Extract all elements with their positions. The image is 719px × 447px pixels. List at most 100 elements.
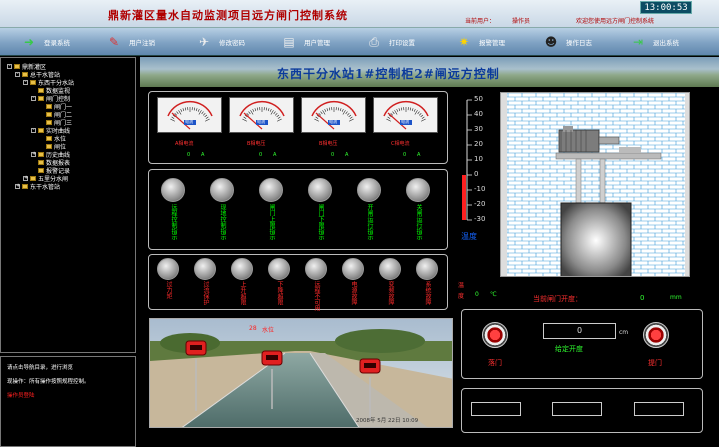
exit-button[interactable]: ⇥ 退出系统	[627, 32, 679, 52]
gauge-face-label: 电流	[257, 119, 265, 124]
folder-icon	[46, 119, 52, 125]
setpoint-unit: cm	[619, 329, 629, 336]
tree-expand-icon[interactable]: +	[31, 151, 36, 157]
gauge-unit: A	[345, 152, 349, 158]
setpoint-input[interactable]: 0	[543, 323, 616, 339]
tree-expand-icon[interactable]: -	[23, 79, 28, 85]
lower-gate-button[interactable]	[482, 322, 508, 348]
folder-icon	[38, 167, 44, 173]
folder-icon	[22, 183, 28, 189]
canal-image	[150, 319, 452, 427]
fault-indicator-panel: 过力矩 过流保护 上升超限 下降超限 远程不可用 电源故障 变频故障 系统故障	[148, 254, 448, 311]
fault-indicator-lamp	[305, 258, 327, 280]
navigation-tree: - 鼎新灌区 - 总干水管站 - 东西干分水站 数据监视 - 闸门控制 闸门一 闸门二 闸门三 - 实时曲…	[0, 57, 136, 353]
user-manage-label: 用户管理	[304, 39, 330, 47]
ammeter-gauge: 电流	[157, 97, 222, 133]
output-box-3	[634, 402, 684, 416]
alarm-icon: ✷	[458, 35, 470, 49]
thermometer-tick-label: 40	[474, 110, 483, 118]
info-login-status: 操作员登陆	[7, 393, 35, 399]
fault-indicator-lamp	[194, 258, 216, 280]
gauge-unit: A	[273, 152, 277, 158]
temperature-reading-value: 0	[475, 291, 479, 298]
operation-log-label: 操作日志	[566, 39, 592, 47]
print-settings-label: 打印设置	[389, 39, 415, 47]
fault-indicator-lamp	[157, 258, 179, 280]
gate-illustration	[500, 92, 690, 277]
gauge-label: A相电流	[175, 141, 194, 147]
info-operation: 现操作：所有操作按照规程控制。	[7, 379, 90, 385]
folder-icon	[38, 159, 44, 165]
alarm-manage-button[interactable]: ✷ 报警管理	[453, 32, 505, 52]
user-manage-button[interactable]: ▤ 用户管理	[278, 32, 330, 52]
gauge-label: B相电压	[247, 141, 266, 147]
fault-indicator-label: 系统故障	[424, 281, 431, 305]
ammeter-gauge: 电流	[373, 97, 438, 133]
status-indicator-label: 开闸运行指示	[366, 204, 373, 240]
info-hint: 请点击导航目录，进行浏览	[7, 365, 74, 371]
status-indicator-label: 远程控制指示	[170, 204, 177, 240]
status-indicator-panel: 远程控制指示 现地控制指示 闸门上限指示 闸门下限指示 开闸运行指示 关闸运行指示	[148, 169, 448, 250]
tree-item-label: 东干水管站	[30, 183, 61, 191]
temperature-reading-label-1: 温	[458, 282, 465, 289]
thermometer-tick-label: 10	[474, 155, 483, 163]
status-indicator-label: 现地控制指示	[219, 204, 226, 240]
logout-button[interactable]: ✎ 用户注销	[103, 32, 155, 52]
status-indicator-lamp	[308, 178, 332, 202]
tree-expand-icon[interactable]: -	[31, 95, 36, 101]
thermometer-tick-label: 20	[474, 140, 483, 148]
folder-icon	[22, 71, 28, 77]
status-indicator-label: 关闸运行指示	[415, 204, 422, 240]
folder-icon	[30, 175, 36, 181]
tree-expand-icon[interactable]: +	[15, 183, 20, 189]
folder-icon	[38, 95, 44, 101]
raise-gate-label: 提门	[648, 359, 662, 367]
folder-icon	[38, 127, 44, 133]
thermometer-tick-label: 50	[474, 95, 483, 103]
fault-indicator-lamp	[342, 258, 364, 280]
gauge-face-label: 电流	[185, 119, 193, 124]
change-password-button[interactable]: ✈ 修改密码	[193, 32, 245, 52]
operation-log-button[interactable]: ☻ 操作日志	[540, 32, 592, 52]
thermometer-bar	[462, 175, 466, 220]
folder-icon	[46, 111, 52, 117]
gauge-value: 0	[259, 152, 263, 158]
fault-indicator-label: 变频故障	[387, 281, 394, 305]
tree-expand-icon[interactable]: -	[15, 71, 20, 77]
tree-expand-icon[interactable]: -	[31, 127, 36, 133]
tree-item[interactable]: + 东干水管站	[15, 182, 61, 191]
print-settings-button[interactable]: ⎙ 打印设置	[363, 32, 415, 52]
toolbar: ➜ 登录系统 ✎ 用户注销 ✈ 修改密码 ▤ 用户管理 ⎙ 打印设置 ✷ 报警管…	[0, 28, 719, 56]
gauge-unit: A	[417, 152, 421, 158]
thermometer-tick-label: -10	[474, 185, 486, 193]
ammeter-gauge: 电流	[301, 97, 366, 133]
status-indicator-lamp	[210, 178, 234, 202]
login-button[interactable]: ➜ 登录系统	[18, 32, 70, 52]
log-icon: ☻	[544, 35, 558, 49]
fault-indicator-lamp	[416, 258, 438, 280]
raise-gate-button[interactable]	[643, 322, 669, 348]
folder-icon	[38, 87, 44, 93]
status-indicator-lamp	[406, 178, 430, 202]
folder-icon	[14, 63, 20, 69]
change-password-label: 修改密码	[219, 39, 245, 47]
exit-icon: ⇥	[632, 35, 644, 49]
app-title: 鼎新灌区量水自动监测项目远方闸门控制系统	[108, 9, 348, 22]
folder-icon	[30, 79, 36, 85]
logout-label: 用户注销	[129, 39, 155, 47]
temperature-unit: ℃	[490, 291, 497, 298]
fault-indicator-label: 上升超限	[239, 281, 246, 305]
user-manage-icon: ▤	[283, 35, 295, 49]
gauge-value: 0	[331, 152, 335, 158]
folder-icon	[46, 143, 52, 149]
tree-expand-icon[interactable]: -	[7, 63, 12, 69]
current-user-value: 操作员	[512, 18, 531, 25]
gate-control-panel: 落门 0 cm 给定开度 提门	[461, 309, 703, 379]
current-user-label: 当前用户：	[465, 18, 496, 25]
tree-expand-icon[interactable]: +	[23, 175, 28, 181]
welcome-text: 欢迎您使用远方闸门控制系统	[576, 18, 655, 25]
status-indicator-label: 闸门下限指示	[317, 204, 324, 240]
gauge-panel: 电流 A相电流 0 A 电流 B相电压 0 A 电流 B相电压 0 A 电流 C相电流 0 A	[148, 91, 448, 164]
thermometer-tick-label: 30	[474, 125, 483, 133]
exit-label: 退出系统	[653, 39, 679, 47]
